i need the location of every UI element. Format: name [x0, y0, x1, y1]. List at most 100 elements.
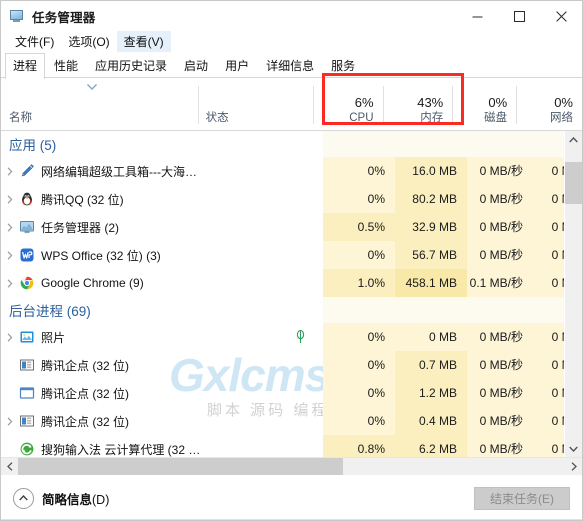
process-cpu-cell: 0%	[323, 407, 395, 435]
tab-performance[interactable]: 性能	[46, 53, 86, 78]
vertical-scroll-thumb[interactable]	[565, 162, 582, 204]
process-network-cell: 0 Mbps	[533, 241, 564, 269]
process-name-cell: 腾讯企点 (32 位)	[1, 407, 204, 435]
tab-app-history[interactable]: 应用历史记录	[87, 53, 175, 78]
tab-bar: 进程 性能 应用历史记录 启动 用户 详细信息 服务	[1, 52, 582, 79]
process-row[interactable]: 腾讯企点 (32 位) 0% 0.7 MB 0 MB/秒 0 Mbps	[1, 351, 564, 379]
column-header-cpu[interactable]: 6% CPU	[312, 78, 383, 130]
menu-options[interactable]: 选项(O)	[61, 31, 116, 53]
end-task-button[interactable]: 结束任务(E)	[474, 487, 570, 510]
process-cpu-cell-value: 0%	[367, 192, 385, 206]
process-group-header[interactable]: 应用 (5)	[1, 131, 564, 157]
process-memory-cell-value: 0.4 MB	[418, 414, 457, 428]
footer-bar: 简略信息(D) 结束任务(E)	[1, 475, 582, 520]
chevron-left-icon	[6, 462, 12, 471]
process-name: 腾讯企点 (32 位)	[41, 358, 130, 373]
process-icon	[19, 219, 35, 235]
column-header-status[interactable]: 状态	[197, 78, 313, 130]
process-disk-cell-value: 0 MB/秒	[479, 442, 523, 456]
process-name: 网络编辑超级工具箱---大海加...	[41, 164, 204, 179]
process-memory-cell-value: 6.2 MB	[418, 442, 457, 456]
process-row[interactable]: 腾讯企点 (32 位) 0% 1.2 MB 0 MB/秒 0 Mbps	[1, 379, 564, 407]
process-row[interactable]: 网络编辑超级工具箱---大海加... 0% 16.0 MB 0 MB/秒 0 Mbps	[1, 157, 564, 185]
sogou-input-icon	[20, 442, 34, 456]
minimize-icon	[472, 16, 482, 17]
process-memory-cell-value: 458.1 MB	[405, 276, 457, 290]
horizontal-scrollbar[interactable]	[1, 457, 582, 475]
scroll-left-button[interactable]	[1, 458, 18, 475]
process-list: Gxlcms 脚本 源码 编程 应用 (5) 网络编辑超级工具箱---大海加...…	[1, 131, 564, 457]
photos-icon	[20, 331, 34, 343]
tab-details[interactable]: 详细信息	[258, 53, 322, 78]
column-header-memory[interactable]: 43% 内存	[382, 78, 453, 130]
process-row[interactable]: 搜狗输入法 云计算代理 (32 位) 0.8% 6.2 MB 0 MB/秒 0 Mbps	[1, 435, 564, 457]
process-cpu-cell: 0%	[323, 157, 395, 185]
expand-arrow[interactable]	[1, 323, 19, 351]
process-name: 搜狗输入法 云计算代理 (32 位)	[41, 442, 204, 457]
vertical-scrollbar[interactable]	[564, 131, 582, 457]
expand-arrow[interactable]	[1, 241, 19, 269]
process-row[interactable]: Google Chrome (9) 1.0% 458.1 MB 0.1 MB/秒 0 M…	[1, 269, 564, 297]
process-group-header[interactable]: 后台进程 (69)	[1, 297, 564, 323]
window-controls	[456, 1, 582, 31]
tab-users[interactable]: 用户	[217, 53, 257, 78]
group-blank-cell	[395, 297, 467, 323]
close-button[interactable]	[540, 1, 582, 31]
process-cpu-cell-value: 0.5%	[357, 220, 385, 234]
vertical-scroll-track[interactable]	[565, 148, 582, 440]
chevron-right-icon	[7, 194, 13, 204]
chevron-right-icon	[7, 250, 13, 260]
process-disk-cell: 0 MB/秒	[467, 351, 533, 379]
tab-startup[interactable]: 启动	[176, 53, 216, 78]
process-disk-cell-value: 0 MB/秒	[479, 164, 523, 178]
chevron-right-icon	[7, 416, 13, 426]
process-row[interactable]: 照片 0% 0 MB 0 MB/秒 0 Mbps	[1, 323, 564, 351]
group-title-text: 应用	[9, 138, 36, 153]
process-network-cell-value: 0 Mbps	[551, 386, 564, 400]
expand-arrow[interactable]	[1, 269, 19, 297]
process-row[interactable]: 腾讯QQ (32 位) 0% 80.2 MB 0 MB/秒 0 Mbps	[1, 185, 564, 213]
expand-arrow[interactable]	[1, 213, 19, 241]
process-network-cell-value: 0 Mbps	[551, 442, 564, 456]
expand-arrow[interactable]	[1, 185, 19, 213]
menu-view[interactable]: 查看(V)	[116, 30, 171, 53]
column-header-network[interactable]: 0% 网络	[516, 78, 582, 130]
process-disk-cell: 0 MB/秒	[467, 241, 533, 269]
column-label-disk: 磁盘	[484, 112, 508, 124]
tab-processes[interactable]: 进程	[5, 53, 46, 79]
task-manager-icon	[9, 8, 25, 24]
horizontal-scroll-thumb[interactable]	[18, 458, 343, 475]
minimize-button[interactable]	[456, 1, 498, 31]
process-memory-cell-value: 80.2 MB	[412, 192, 457, 206]
tab-services[interactable]: 服务	[323, 53, 363, 78]
menu-file[interactable]: 文件(F)	[8, 31, 61, 53]
process-network-cell: 0 Mbps	[533, 269, 564, 297]
group-blank-cell	[323, 131, 395, 157]
group-blank-cell	[467, 131, 533, 157]
expand-arrow[interactable]	[1, 157, 19, 185]
expand-arrow[interactable]	[1, 407, 19, 435]
process-network-cell: 0 Mbps	[533, 351, 564, 379]
process-cpu-cell: 1.0%	[323, 269, 395, 297]
column-header-name[interactable]: 名称	[1, 78, 198, 130]
scroll-up-button[interactable]	[565, 131, 582, 148]
group-status-cell	[204, 297, 323, 323]
chevron-up-circle-icon	[13, 487, 34, 509]
process-row[interactable]: 腾讯企点 (32 位) 0% 0.4 MB 0 MB/秒 0 Mbps	[1, 407, 564, 435]
fewer-details-button[interactable]: 简略信息(D)	[13, 487, 109, 509]
horizontal-scroll-track[interactable]	[18, 458, 565, 475]
process-memory-cell-value: 0 MB	[428, 330, 457, 344]
chrome-icon	[20, 276, 34, 290]
expander-spacer	[1, 351, 19, 379]
column-header-disk[interactable]: 0% 磁盘	[452, 78, 516, 130]
process-memory-cell-value: 0.7 MB	[418, 358, 457, 372]
scroll-down-button[interactable]	[565, 440, 582, 457]
process-disk-cell: 0.1 MB/秒	[467, 269, 533, 297]
group-count: (69)	[66, 304, 91, 319]
process-cpu-cell-value: 0%	[367, 164, 385, 178]
scroll-right-button[interactable]	[565, 458, 582, 475]
task-manager-window: 任务管理器 文件(F) 选项(O) 查看(V) 进程 性能 应用历史记录 启动 …	[0, 0, 583, 521]
maximize-button[interactable]	[498, 1, 540, 31]
process-row[interactable]: WPS Office (32 位) (3) 0% 56.7 MB 0 MB/秒 0 Mb…	[1, 241, 564, 269]
process-row[interactable]: 任务管理器 (2) 0.5% 32.9 MB 0 MB/秒 0 Mbps	[1, 213, 564, 241]
